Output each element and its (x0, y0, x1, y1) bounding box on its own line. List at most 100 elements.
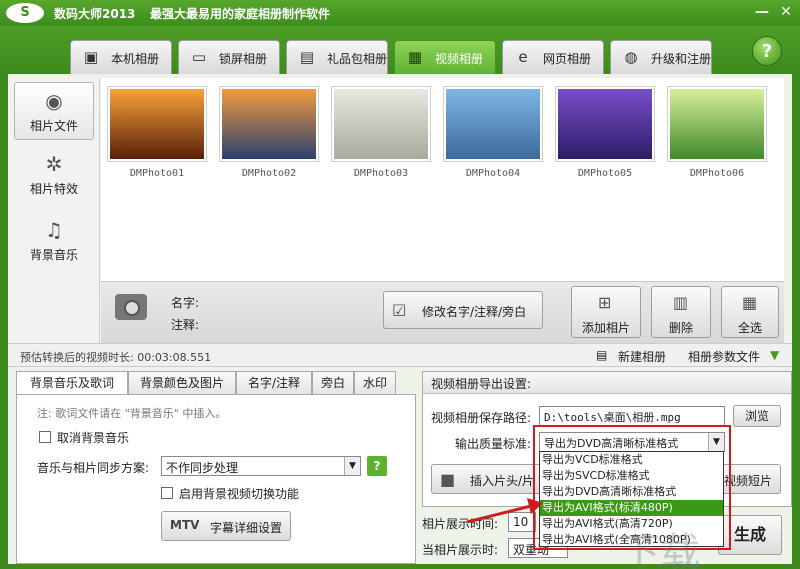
edit-button-label: 修改名字/注释/旁白 (422, 305, 527, 319)
mtv-logo-text: MTV (170, 518, 200, 532)
tab-label: 礼品包相册 (327, 52, 388, 66)
photo-image (670, 89, 764, 159)
tab-gift-album[interactable]: ▤ 礼品包相册 (286, 40, 388, 74)
tab-label: 升级和注册 (651, 52, 712, 66)
app-logo: S (6, 3, 44, 23)
save-path-input[interactable]: D:\tools\桌面\相册.mpg (539, 406, 725, 426)
app-title: 数码大师2013 (54, 7, 136, 21)
tab-label: 本机相册 (111, 52, 160, 66)
edit-name-note-button[interactable]: ☑ 修改名字/注释/旁白 (383, 291, 543, 329)
tab-bg-color-image[interactable]: 背景颜色及图片 (128, 371, 236, 395)
watermark-text: 下载 (620, 530, 700, 569)
sidebar-item-label: 相片文件 (29, 119, 78, 133)
title-bar: S 数码大师2013 最强大最易用的家庭相册制作软件 — ✕ (0, 0, 800, 26)
estimated-duration: 预估转换后的视频时长: 00:03:08.551 (20, 351, 212, 364)
cancel-music-checkbox[interactable] (39, 431, 51, 443)
minimize-button[interactable]: — (752, 3, 772, 21)
delete-button[interactable]: ▥ 删除 (651, 286, 711, 338)
photo-caption: DMPhoto03 (353, 168, 409, 179)
person-frame-icon: ▣ (83, 48, 99, 66)
add-photo-button[interactable]: ⊞ 添加相片 (571, 286, 641, 338)
music-note-icon: ♫ (45, 218, 63, 242)
sidebar: ◉ 相片文件 ✲ 相片特效 ♫ 背景音乐 (8, 78, 100, 343)
tab-narration[interactable]: 旁白 (312, 371, 354, 395)
cancel-music-label: 取消背景音乐 (57, 431, 130, 445)
lyrics-hint: 注: 歌词文件请在 "背景音乐" 中插入。 (37, 407, 227, 420)
camera-icon: ◉ (45, 89, 63, 113)
sidebar-item-background-music[interactable]: ♫ 背景音乐 (14, 212, 94, 270)
tab-label: 锁屏相册 (219, 52, 268, 66)
sync-label: 音乐与相片同步方案: (37, 461, 150, 475)
add-photo-label: 添加相片 (582, 321, 631, 335)
main-tab-bar: ▣ 本机相册 ▭ 锁屏相册 ▤ 礼品包相册 ▦ 视频相册 e 网页相册 ◍ 升级… (0, 26, 800, 74)
sync-select[interactable]: 不作同步处理 ▼ (161, 456, 361, 476)
video-clip-label: 视频短片 (724, 474, 773, 488)
status-bar: 预估转换后的视频时长: 00:03:08.551 ▤ 新建相册 相册参数文件 ▼ (8, 343, 792, 367)
insert-intro-label: 插入片头/片 (470, 474, 535, 488)
sidebar-item-photo-effects[interactable]: ✲ 相片特效 (14, 146, 94, 204)
photo-caption: DMPhoto06 (689, 168, 745, 179)
tab-local-album[interactable]: ▣ 本机相册 (70, 40, 172, 74)
sidebar-item-label: 背景音乐 (29, 248, 78, 262)
tab-lockscreen-album[interactable]: ▭ 锁屏相册 (178, 40, 280, 74)
sync-select-value: 不作同步处理 (166, 461, 239, 475)
quality-label: 输出质量标准: (455, 437, 532, 451)
close-button[interactable]: ✕ (776, 3, 796, 21)
tab-label: 视频相册 (435, 52, 484, 66)
annotation-arrow-icon (466, 498, 543, 524)
delete-label: 删除 (669, 321, 694, 335)
photo-caption: DMPhoto01 (129, 168, 185, 179)
tab-label: 网页相册 (543, 52, 592, 66)
chevron-down-icon[interactable]: ▼ (770, 348, 779, 362)
tab-web-album[interactable]: e 网页相册 (502, 40, 604, 74)
new-album-button[interactable]: 新建相册 (618, 348, 666, 365)
photo-caption: DMPhoto05 (577, 168, 633, 179)
note-label: 注释: (171, 318, 200, 332)
browse-button[interactable]: 浏览 (733, 405, 781, 427)
help-icon[interactable]: ? (367, 456, 387, 476)
photo-thumbnail[interactable] (555, 86, 655, 162)
tab-watermark[interactable]: 水印 (354, 371, 396, 395)
export-title: 视频相册导出设置: (423, 372, 791, 394)
tab-name-note[interactable]: 名字/注释 (236, 371, 312, 395)
name-label: 名字: (171, 296, 200, 310)
new-album-icon: ▤ (596, 348, 608, 362)
film-icon: ▦ (407, 48, 423, 66)
photo-image (334, 89, 428, 159)
subtitle-settings-button[interactable]: MTV 字幕详细设置 (161, 511, 291, 541)
photo-thumbnail[interactable] (667, 86, 767, 162)
sidebar-item-photo-files[interactable]: ◉ 相片文件 (14, 82, 94, 140)
trash-icon: ▥ (673, 293, 689, 312)
tab-video-album[interactable]: ▦ 视频相册 (394, 40, 496, 74)
gift-icon: ▤ (299, 48, 315, 66)
photo-image (446, 89, 540, 159)
album-params-button[interactable]: 相册参数文件 (688, 348, 760, 365)
photo-thumbnail[interactable] (219, 86, 319, 162)
camera-icon (115, 294, 147, 320)
sparkle-icon: ✲ (45, 152, 63, 176)
photo-caption: DMPhoto02 (241, 168, 297, 179)
save-path-label: 视频相册保存路径: (431, 411, 532, 425)
bg-video-checkbox[interactable] (161, 487, 173, 499)
when-display-label: 当相片展示时: (422, 543, 499, 557)
help-button[interactable]: ? (752, 36, 782, 66)
photo-thumbnail[interactable] (107, 86, 207, 162)
photo-info-strip: 名字: 注释: ☑ 修改名字/注释/旁白 ⊞ 添加相片 ▥ 删除 ▦ 全选 (101, 281, 784, 343)
chevron-down-icon: ▼ (344, 457, 360, 475)
photo-image (558, 89, 652, 159)
insert-intro-button[interactable]: ■ 插入片头/片 (431, 464, 543, 494)
video-camera-icon: ■ (440, 470, 456, 489)
sidebar-item-label: 相片特效 (29, 182, 78, 196)
photo-thumbnail[interactable] (443, 86, 543, 162)
tab-upgrade-register[interactable]: ◍ 升级和注册 (610, 40, 712, 74)
tab-music-lyrics[interactable]: 背景音乐及歌词 (16, 371, 128, 396)
select-all-button[interactable]: ▦ 全选 (721, 286, 779, 338)
grid-icon: ▦ (742, 293, 758, 312)
photo-image (110, 89, 204, 159)
app-window: S 数码大师2013 最强大最易用的家庭相册制作软件 — ✕ ▣ 本机相册 ▭ … (0, 0, 800, 569)
photo-image (222, 89, 316, 159)
select-all-label: 全选 (738, 321, 763, 335)
ie-icon: e (518, 48, 528, 66)
bg-video-label: 启用背景视频切换功能 (179, 487, 300, 501)
photo-thumbnail[interactable] (331, 86, 431, 162)
